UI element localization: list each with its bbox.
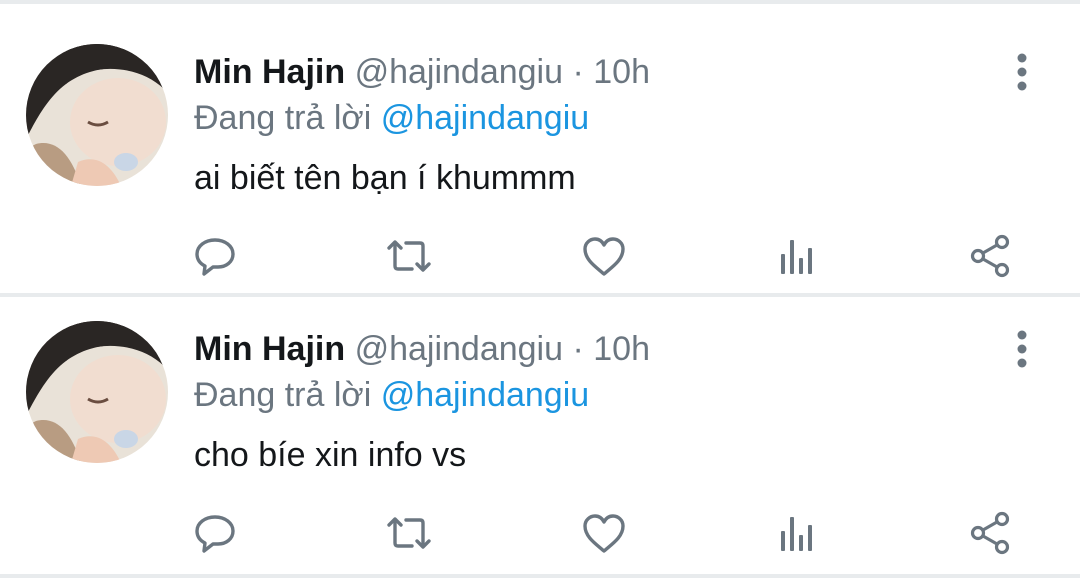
retweet-icon[interactable]	[385, 509, 433, 557]
replying-to-handle[interactable]: @hajindangiu	[381, 376, 589, 414]
timestamp[interactable]: 10h	[593, 330, 650, 368]
separator-dot: ·	[572, 330, 584, 368]
tweet[interactable]: Min Hajin @hajindangiu · 10h Đang trả lờ…	[0, 4, 1080, 282]
separator-dot: ·	[572, 53, 584, 91]
author-name[interactable]: Min Hajin	[194, 330, 345, 368]
author-handle[interactable]: @hajindangiu	[355, 53, 563, 91]
author-handle[interactable]: @hajindangiu	[355, 330, 563, 368]
tweet[interactable]: Min Hajin @hajindangiu · 10h Đang trả lờ…	[0, 281, 1080, 559]
like-icon[interactable]	[580, 509, 628, 557]
tweet-text: ai biết tên bạn í khummm	[194, 159, 576, 197]
like-icon[interactable]	[580, 232, 628, 280]
more-icon[interactable]	[1004, 50, 1040, 94]
divider-bottom	[0, 574, 1080, 578]
avatar[interactable]	[26, 44, 168, 186]
tweet-header: Min Hajin @hajindangiu · 10h	[194, 327, 650, 371]
timestamp[interactable]: 10h	[593, 53, 650, 91]
replying-to-label: Đang trả lời	[194, 376, 372, 414]
replying-to-handle[interactable]: @hajindangiu	[381, 99, 589, 137]
replying-to: Đang trả lời @hajindangiu	[194, 373, 589, 417]
analytics-icon[interactable]	[773, 509, 821, 557]
tweet-header: Min Hajin @hajindangiu · 10h	[194, 50, 650, 94]
share-icon[interactable]	[966, 509, 1014, 557]
replying-to-label: Đang trả lời	[194, 99, 372, 137]
avatar[interactable]	[26, 321, 168, 463]
retweet-icon[interactable]	[385, 232, 433, 280]
analytics-icon[interactable]	[773, 232, 821, 280]
replying-to: Đang trả lời @hajindangiu	[194, 96, 589, 140]
reply-icon[interactable]	[191, 509, 239, 557]
reply-icon[interactable]	[191, 232, 239, 280]
share-icon[interactable]	[966, 232, 1014, 280]
tweet-text: cho bíe xin info vs	[194, 436, 467, 474]
more-icon[interactable]	[1004, 327, 1040, 371]
author-name[interactable]: Min Hajin	[194, 53, 345, 91]
